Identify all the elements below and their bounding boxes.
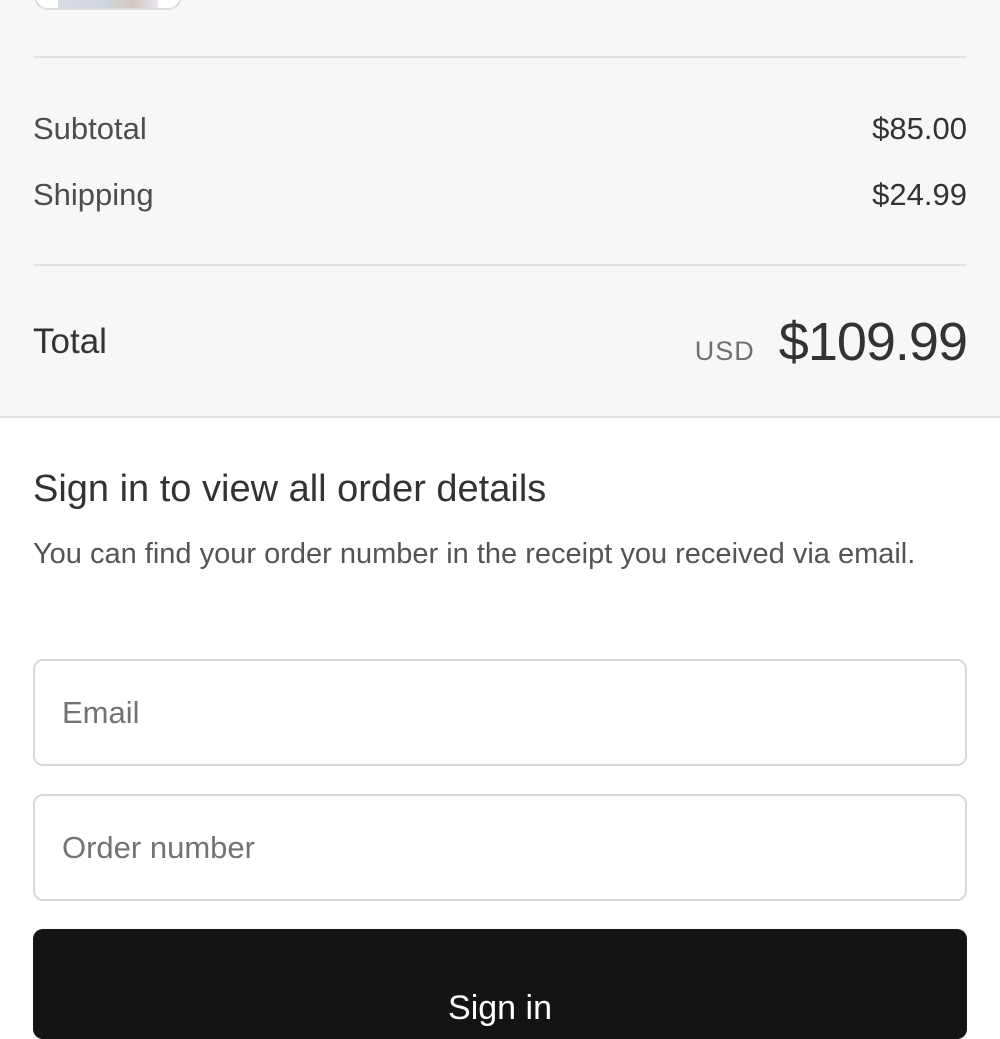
order-number-input[interactable] [35,796,965,899]
total-amount-group: USD $109.99 [694,311,968,373]
signin-heading: Sign in to view all order details [33,468,547,510]
product-thumbnail [34,0,182,10]
order-number-field[interactable] [33,794,967,901]
total-value: $109.99 [778,312,968,372]
email-input[interactable] [35,661,965,764]
subtotal-row: Subtotal $85.00 [33,108,967,150]
subtotal-label: Subtotal [33,111,147,146]
summary-divider-bottom [33,264,967,266]
shipping-row: Shipping $24.99 [33,174,967,216]
sign-in-button[interactable]: Sign in [33,929,967,1039]
subtotal-value: $85.00 [872,111,967,146]
order-summary-section: Subtotal $85.00 Shipping $24.99 Total US… [0,0,1000,418]
product-image [58,0,158,8]
total-currency: USD [694,336,755,366]
signin-description: You can find your order number in the re… [33,538,916,570]
email-field[interactable] [33,659,967,766]
total-row: Total USD $109.99 [33,308,968,376]
shipping-label: Shipping [33,177,154,212]
total-label: Total [33,322,107,361]
summary-divider-top [33,56,967,58]
shipping-value: $24.99 [872,177,967,212]
sign-in-button-label: Sign in [448,989,552,1027]
